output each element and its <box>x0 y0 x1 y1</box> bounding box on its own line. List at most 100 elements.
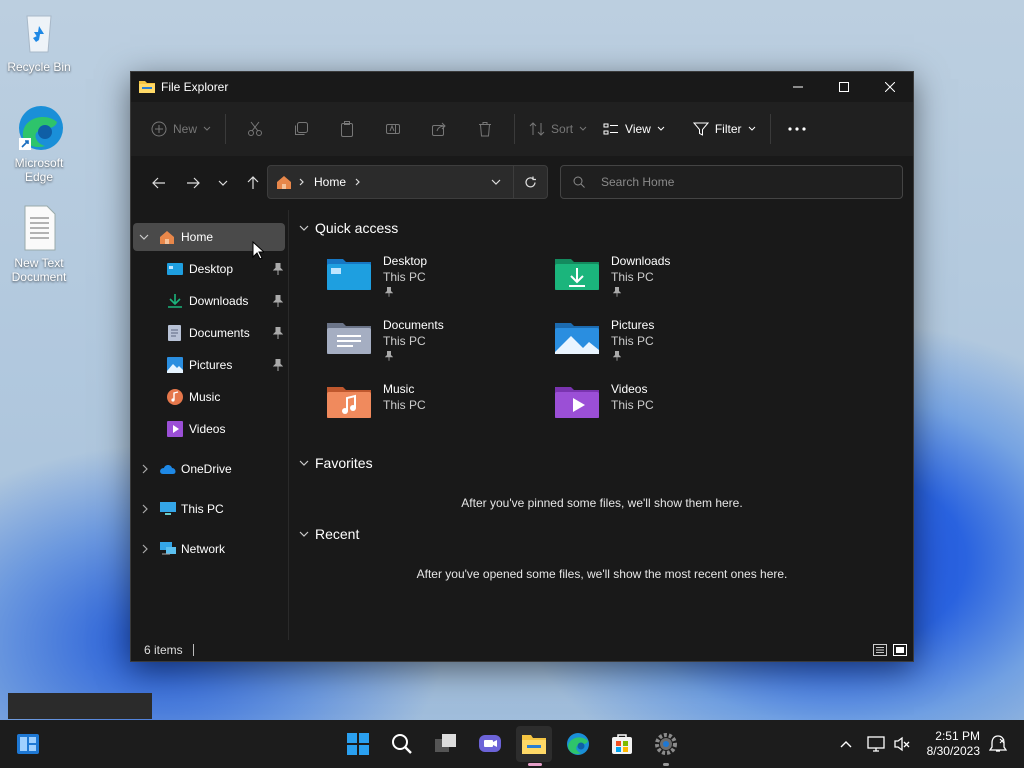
sidebar-item-music[interactable]: Music <box>133 383 285 411</box>
copy-button[interactable] <box>278 113 324 145</box>
details-view-icon[interactable] <box>873 644 887 656</box>
quick-access-item-downloads[interactable]: Downloads This PC <box>555 254 775 304</box>
item-location: This PC <box>611 334 654 348</box>
recent-locations-button[interactable] <box>209 167 237 199</box>
title-bar[interactable]: File Explorer <box>131 72 913 102</box>
cut-button[interactable] <box>232 113 278 145</box>
sidebar-item-onedrive[interactable]: OneDrive <box>133 455 285 483</box>
pin-icon <box>385 351 393 361</box>
toolbar-separator <box>514 114 516 144</box>
item-name: Downloads <box>611 254 671 268</box>
maximize-icon <box>839 82 849 92</box>
favorites-header[interactable]: Favorites <box>299 455 373 471</box>
address-history-button[interactable] <box>479 166 513 198</box>
desktop-icon-text-document[interactable]: New Text Document <box>1 204 77 284</box>
chevron-right-icon <box>142 544 148 554</box>
desktop-icon-recycle-bin[interactable]: Recycle Bin <box>1 8 77 74</box>
pin-icon <box>273 327 283 339</box>
gear-icon <box>655 733 677 755</box>
paste-button[interactable] <box>324 113 370 145</box>
clock-date: 8/30/2023 <box>926 744 980 758</box>
share-button[interactable] <box>416 113 462 145</box>
trash-icon <box>479 122 492 137</box>
rename-button[interactable] <box>370 113 416 145</box>
recycle-bin-icon <box>15 8 63 56</box>
share-icon <box>432 122 446 136</box>
forward-button[interactable] <box>177 167 209 199</box>
recent-header[interactable]: Recent <box>299 526 359 542</box>
show-hidden-icons-button[interactable] <box>832 726 860 762</box>
address-bar[interactable]: Home <box>267 165 548 199</box>
search-box[interactable]: Search Home <box>560 165 903 199</box>
taskbar-preview-strip <box>8 693 152 719</box>
sidebar-item-downloads[interactable]: Downloads <box>133 287 285 315</box>
sidebar-item-pictures[interactable]: Pictures <box>133 351 285 379</box>
new-button[interactable]: New <box>143 113 219 145</box>
sidebar-item-this-pc[interactable]: This PC <box>133 495 285 523</box>
quick-access-header[interactable]: Quick access <box>299 220 398 236</box>
clock-time: 2:51 PM <box>935 729 980 743</box>
store-taskbar-button[interactable] <box>604 726 640 762</box>
chevron-right-icon <box>142 504 148 514</box>
quick-access-item-documents[interactable]: Documents This PC <box>327 318 547 368</box>
maximize-button[interactable] <box>821 72 867 102</box>
pin-icon <box>273 295 283 307</box>
network-status-button[interactable] <box>862 726 890 762</box>
clock[interactable]: 2:51 PM 8/30/2023 <box>927 729 980 759</box>
edge-taskbar-button[interactable] <box>560 726 596 762</box>
file-explorer-taskbar-button[interactable] <box>516 726 552 766</box>
chevron-down-icon <box>748 126 755 131</box>
volume-button[interactable] <box>888 726 916 762</box>
file-explorer-icon <box>139 79 155 96</box>
up-button[interactable] <box>237 167 269 199</box>
teams-chat-icon <box>479 735 501 752</box>
chevron-down-icon <box>299 225 309 231</box>
item-location: This PC <box>611 270 654 284</box>
sidebar-item-documents[interactable]: Documents <box>133 319 285 347</box>
item-location: This PC <box>611 398 654 412</box>
view-label: View <box>625 122 651 136</box>
notifications-button[interactable] <box>984 726 1012 762</box>
chat-button[interactable] <box>472 726 508 762</box>
download-icon <box>168 294 182 308</box>
picture-icon <box>167 357 183 373</box>
task-view-button[interactable] <box>428 726 464 762</box>
minimize-button[interactable] <box>775 72 821 102</box>
chevron-right-icon <box>355 178 360 186</box>
sidebar-item-videos[interactable]: Videos <box>133 415 285 443</box>
arrow-right-icon <box>187 177 200 189</box>
quick-access-item-pictures[interactable]: Pictures This PC <box>555 318 775 368</box>
desktop-folder-icon <box>167 263 183 275</box>
edge-icon <box>15 104 63 152</box>
delete-button[interactable] <box>462 113 508 145</box>
back-button[interactable] <box>143 167 175 199</box>
quick-access-item-desktop[interactable]: Desktop This PC <box>327 254 547 304</box>
search-icon <box>392 734 412 754</box>
onedrive-icon <box>160 465 176 474</box>
sidebar-item-label: Videos <box>189 422 226 436</box>
desktop-icon-edge[interactable]: Microsoft Edge <box>1 104 77 184</box>
search-button[interactable] <box>384 726 420 762</box>
status-separator <box>192 644 194 656</box>
refresh-button[interactable] <box>513 166 547 198</box>
sidebar-item-network[interactable]: Network <box>133 535 285 563</box>
widgets-button[interactable] <box>10 726 46 762</box>
filter-button[interactable]: Filter <box>685 113 764 145</box>
item-name: Desktop <box>383 254 428 268</box>
text-document-icon <box>15 204 63 252</box>
quick-access-item-music[interactable]: Music This PC <box>327 382 547 432</box>
view-button[interactable]: View <box>595 113 673 145</box>
start-button[interactable] <box>340 726 376 762</box>
quick-access-item-videos[interactable]: Videos This PC <box>555 382 775 432</box>
toolbar-separator <box>769 114 771 144</box>
settings-taskbar-button[interactable] <box>648 726 684 766</box>
pictures-folder-icon <box>555 323 599 354</box>
sort-button[interactable]: Sort <box>521 113 595 145</box>
view-icon <box>603 123 619 135</box>
close-button[interactable] <box>867 72 913 102</box>
desktop-icon-label: New Text Document <box>11 256 67 284</box>
breadcrumb-home[interactable]: Home <box>314 175 346 189</box>
large-icons-view-icon[interactable] <box>893 644 907 656</box>
more-options-button[interactable] <box>777 113 817 145</box>
mouse-cursor-icon <box>252 241 264 260</box>
